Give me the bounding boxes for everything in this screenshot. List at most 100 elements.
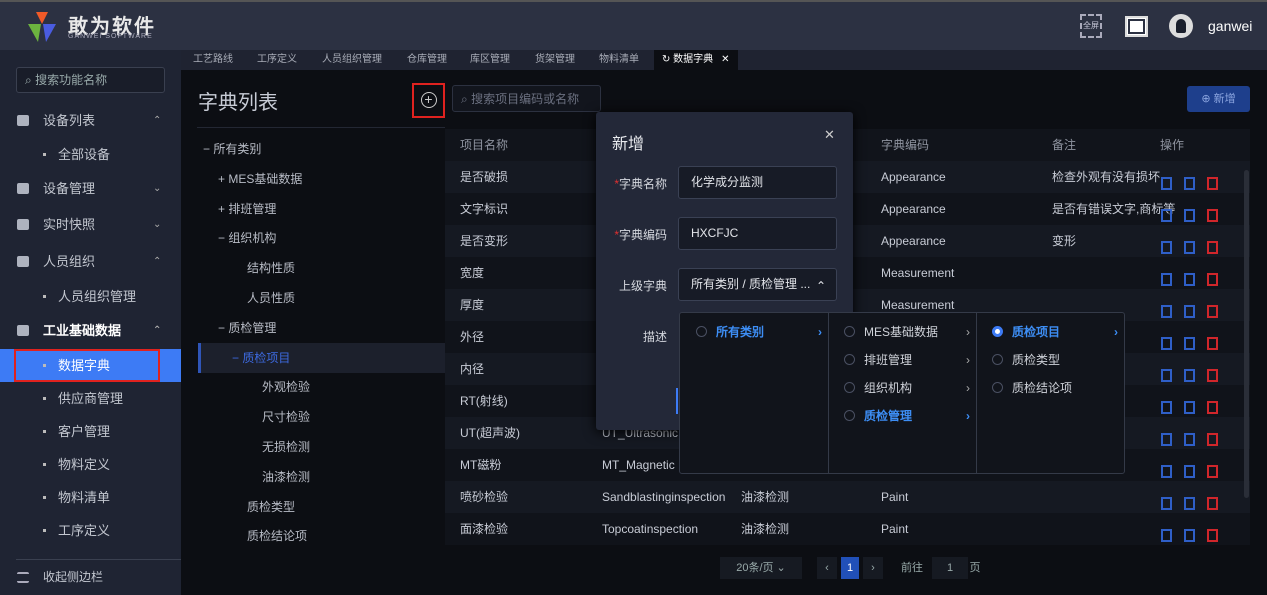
field-input[interactable]: 化学成分监测: [678, 166, 837, 199]
edit-icon[interactable]: [1184, 465, 1195, 478]
delete-icon[interactable]: [1207, 401, 1218, 414]
view-icon[interactable]: [1161, 401, 1172, 414]
expand-icon[interactable]: +: [218, 202, 228, 216]
tab-shelf[interactable]: 货架管理: [535, 50, 575, 70]
new-button[interactable]: ⊕ 新增: [1187, 86, 1250, 112]
delete-icon[interactable]: [1207, 177, 1218, 190]
sidebar-item[interactable]: 工序定义: [0, 514, 181, 547]
tree-node[interactable]: − 所有类别: [203, 134, 261, 164]
tree-node[interactable]: 外观检验: [262, 372, 310, 402]
view-icon[interactable]: [1161, 369, 1172, 382]
tree-node[interactable]: + 排班管理: [218, 194, 276, 224]
cascader-option[interactable]: 质检结论项: [992, 374, 1118, 402]
sidebar-item[interactable]: 物料清单: [0, 481, 181, 514]
sidebar-item[interactable]: 物料定义: [0, 448, 181, 481]
collapse-sidebar-button[interactable]: 收起侧边栏: [0, 561, 181, 594]
tree-node[interactable]: 结构性质: [247, 253, 295, 283]
tree-node[interactable]: 质检结论项: [247, 521, 307, 551]
tree-node[interactable]: + MES基础数据: [218, 164, 302, 194]
collapse-icon[interactable]: −: [232, 351, 242, 365]
page-1[interactable]: 1: [841, 557, 859, 579]
view-icon[interactable]: [1161, 465, 1172, 478]
add-category-button[interactable]: +: [412, 83, 445, 118]
radio-icon[interactable]: [844, 354, 855, 365]
edit-icon[interactable]: [1184, 337, 1195, 350]
view-icon[interactable]: [1161, 241, 1172, 254]
edit-icon[interactable]: [1184, 433, 1195, 446]
tab-bom[interactable]: 物料清单: [599, 50, 639, 70]
delete-icon[interactable]: [1207, 273, 1218, 286]
radio-icon[interactable]: [696, 326, 707, 337]
view-icon[interactable]: [1161, 305, 1172, 318]
edit-icon[interactable]: [1184, 401, 1195, 414]
username[interactable]: ganwei: [1208, 18, 1252, 34]
avatar[interactable]: [1169, 14, 1193, 38]
view-icon[interactable]: [1161, 337, 1172, 350]
sidebar-item[interactable]: 供应商管理: [0, 382, 181, 415]
edit-icon[interactable]: [1184, 305, 1195, 318]
tree-node[interactable]: 质检类型: [247, 492, 295, 522]
delete-icon[interactable]: [1207, 337, 1218, 350]
tab-area[interactable]: 库区管理: [470, 50, 510, 70]
close-tab-icon[interactable]: ✕: [721, 54, 729, 65]
edit-icon[interactable]: [1184, 497, 1195, 510]
delete-icon[interactable]: [1207, 241, 1218, 254]
sidebar-item[interactable]: ⌄ 实时快照: [0, 208, 181, 241]
cascader-option[interactable]: 质检管理 ›: [844, 402, 970, 430]
sidebar-item[interactable]: 客户管理: [0, 415, 181, 448]
edit-icon[interactable]: [1184, 209, 1195, 222]
tree-node[interactable]: 无损检测: [262, 432, 310, 462]
sidebar-item[interactable]: ⌄ 设备管理: [0, 172, 181, 205]
search-input[interactable]: ⌕ 搜索项目编码或名称: [452, 85, 601, 112]
tree-node[interactable]: 人员性质: [247, 283, 295, 313]
sidebar-item[interactable]: 全部设备: [0, 138, 181, 171]
edit-icon[interactable]: [1184, 177, 1195, 190]
tree-node[interactable]: 油漆检测: [262, 462, 310, 492]
delete-icon[interactable]: [1207, 305, 1218, 318]
tree-node[interactable]: − 质检管理: [218, 313, 276, 343]
tab-operation-def[interactable]: 工序定义: [257, 50, 297, 70]
sidebar-item[interactable]: 人员组织管理: [0, 280, 181, 313]
edit-icon[interactable]: [1184, 369, 1195, 382]
view-icon[interactable]: [1161, 209, 1172, 222]
parent-dictionary-select[interactable]: 所有类别 / 质检管理 ... ⌃: [678, 268, 837, 301]
tree-node[interactable]: − 组织机构: [218, 223, 276, 253]
edit-icon[interactable]: [1184, 241, 1195, 254]
view-icon[interactable]: [1161, 433, 1172, 446]
page-size-select[interactable]: 20条/页 ⌄: [720, 557, 802, 579]
radio-icon[interactable]: [992, 354, 1003, 365]
view-icon[interactable]: [1161, 273, 1172, 286]
radio-icon[interactable]: [844, 410, 855, 421]
refresh-icon[interactable]: ↻: [662, 54, 673, 65]
view-icon[interactable]: [1161, 497, 1172, 510]
sidebar-item[interactable]: ⌃ 设备列表: [0, 104, 181, 137]
fullscreen-icon[interactable]: [1125, 16, 1148, 37]
cascader-option[interactable]: 质检项目 ›: [992, 318, 1118, 346]
tree-node[interactable]: − 质检项目: [198, 342, 445, 373]
cascader-option[interactable]: 质检类型: [992, 346, 1118, 374]
collapse-icon[interactable]: −: [218, 321, 228, 335]
goto-page-input[interactable]: 1: [932, 557, 968, 579]
tab-warehouse[interactable]: 仓库管理: [407, 50, 447, 70]
delete-icon[interactable]: [1207, 433, 1218, 446]
radio-icon[interactable]: [844, 382, 855, 393]
view-icon[interactable]: [1161, 177, 1172, 190]
tab-process-route[interactable]: 工艺路线: [193, 50, 233, 70]
sidebar-item[interactable]: ⌃ 工业基础数据: [0, 314, 181, 347]
collapse-icon[interactable]: −: [203, 142, 213, 156]
prev-page-button[interactable]: ‹: [817, 557, 837, 579]
cascader-option[interactable]: 所有类别 ›: [696, 318, 822, 346]
view-icon[interactable]: [1161, 529, 1172, 542]
scrollbar[interactable]: [1244, 170, 1249, 498]
tab-data-dictionary[interactable]: ↻ 数据字典 ✕: [654, 50, 738, 70]
fullscreen-text-button[interactable]: 全屏: [1080, 14, 1102, 38]
cascader-option[interactable]: 组织机构 ›: [844, 374, 970, 402]
edit-icon[interactable]: [1184, 273, 1195, 286]
delete-icon[interactable]: [1207, 209, 1218, 222]
delete-icon[interactable]: [1207, 529, 1218, 542]
tree-node[interactable]: 尺寸检验: [262, 402, 310, 432]
collapse-icon[interactable]: −: [218, 231, 228, 245]
delete-icon[interactable]: [1207, 465, 1218, 478]
radio-icon[interactable]: [992, 326, 1003, 337]
delete-icon[interactable]: [1207, 369, 1218, 382]
